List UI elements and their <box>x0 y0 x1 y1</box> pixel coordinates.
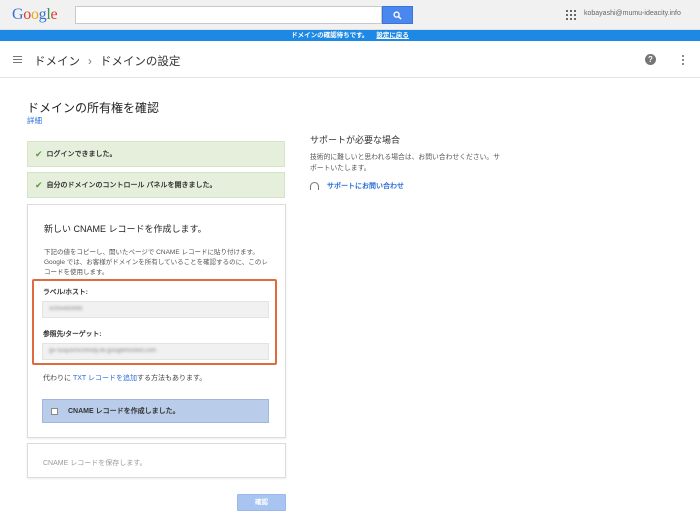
confirm-button[interactable]: 確認 <box>237 494 286 511</box>
search-input[interactable] <box>75 6 382 24</box>
page-title: ドメインの所有権を確認 <box>27 101 160 115</box>
target-label: 参照先/ターゲット: <box>43 331 102 338</box>
headset-icon <box>310 182 319 190</box>
host-value-field[interactable]: srztvvdzrb9z <box>42 301 269 318</box>
alt-prefix: 代わりに <box>43 375 73 382</box>
contact-support-label[interactable]: サポートにお問い合わせ <box>327 181 404 191</box>
more-vert-icon[interactable] <box>682 55 684 65</box>
menu-icon[interactable] <box>13 56 22 63</box>
target-value[interactable]: gv-5uqu5rncnhsdy.dv.googlehosted.com <box>49 348 156 354</box>
card-title: 新しい CNAME レコードを作成します。 <box>44 224 207 234</box>
step-label: ログインできました。 <box>46 151 117 158</box>
pending-verification-banner: ドメインの確認待ちです。 設定に戻る <box>0 30 700 41</box>
save-step-text: CNAME レコードを保存します。 <box>43 460 147 467</box>
support-description: 技術的に難しいと思われる場合は、お問い合わせください。サポートいたします。 <box>310 154 500 172</box>
step-label: 自分のドメインのコントロール パネルを開きました。 <box>46 182 217 189</box>
breadcrumb-domain-settings: ドメインの設定 <box>99 56 181 68</box>
top-bar: Google kobayashi@mumu-ideacity.info <box>0 0 700 30</box>
add-txt-record-link[interactable]: TXT レコードを追加 <box>73 375 137 382</box>
check-icon: ✔ <box>35 179 43 190</box>
help-icon[interactable]: ? <box>645 54 656 65</box>
banner-message: ドメインの確認待ちです。 <box>291 32 369 39</box>
host-label: ラベル/ホスト: <box>43 289 88 296</box>
breadcrumb-domains[interactable]: ドメイン <box>34 56 80 68</box>
cname-created-checkbox-row[interactable]: CNAME レコードを作成しました。 <box>42 399 269 423</box>
save-step-card: CNAME レコードを保存します。 <box>27 443 286 478</box>
account-email[interactable]: kobayashi@mumu-ideacity.info <box>584 10 681 17</box>
step-control-panel-opened: ✔ 自分のドメインのコントロール パネルを開きました。 <box>27 172 285 198</box>
search-button[interactable] <box>382 6 413 24</box>
breadcrumb: ドメイン › ドメインの設定 <box>34 53 180 69</box>
page-header: ドメイン › ドメインの設定 ? <box>0 41 700 78</box>
search-bar <box>75 6 413 24</box>
target-value-field[interactable]: gv-5uqu5rncnhsdy.dv.googlehosted.com <box>42 343 269 360</box>
contact-support-link[interactable]: サポートにお問い合わせ <box>310 181 404 191</box>
apps-icon[interactable] <box>566 10 576 20</box>
breadcrumb-separator: › <box>88 56 92 68</box>
card-description: 下記の値をコピーし、開いたページで CNAME レコードに貼り付けます。Goog… <box>44 249 268 276</box>
back-to-setup-link[interactable]: 設定に戻る <box>376 32 409 39</box>
alt-suffix: する方法もあります。 <box>137 375 207 382</box>
check-icon: ✔ <box>35 148 43 159</box>
alternative-method-text: 代わりに TXT レコードを追加する方法もあります。 <box>43 373 206 383</box>
host-value[interactable]: srztvvdzrb9z <box>49 306 83 312</box>
step-signed-in: ✔ ログインできました。 <box>27 141 285 167</box>
support-title: サポートが必要な場合 <box>310 135 401 145</box>
cname-created-checkbox[interactable] <box>51 407 58 415</box>
checkbox-label[interactable]: CNAME レコードを作成しました。 <box>68 406 180 416</box>
search-icon <box>393 10 402 20</box>
google-logo[interactable]: Google <box>12 6 58 24</box>
details-link[interactable]: 詳細 <box>27 115 42 126</box>
